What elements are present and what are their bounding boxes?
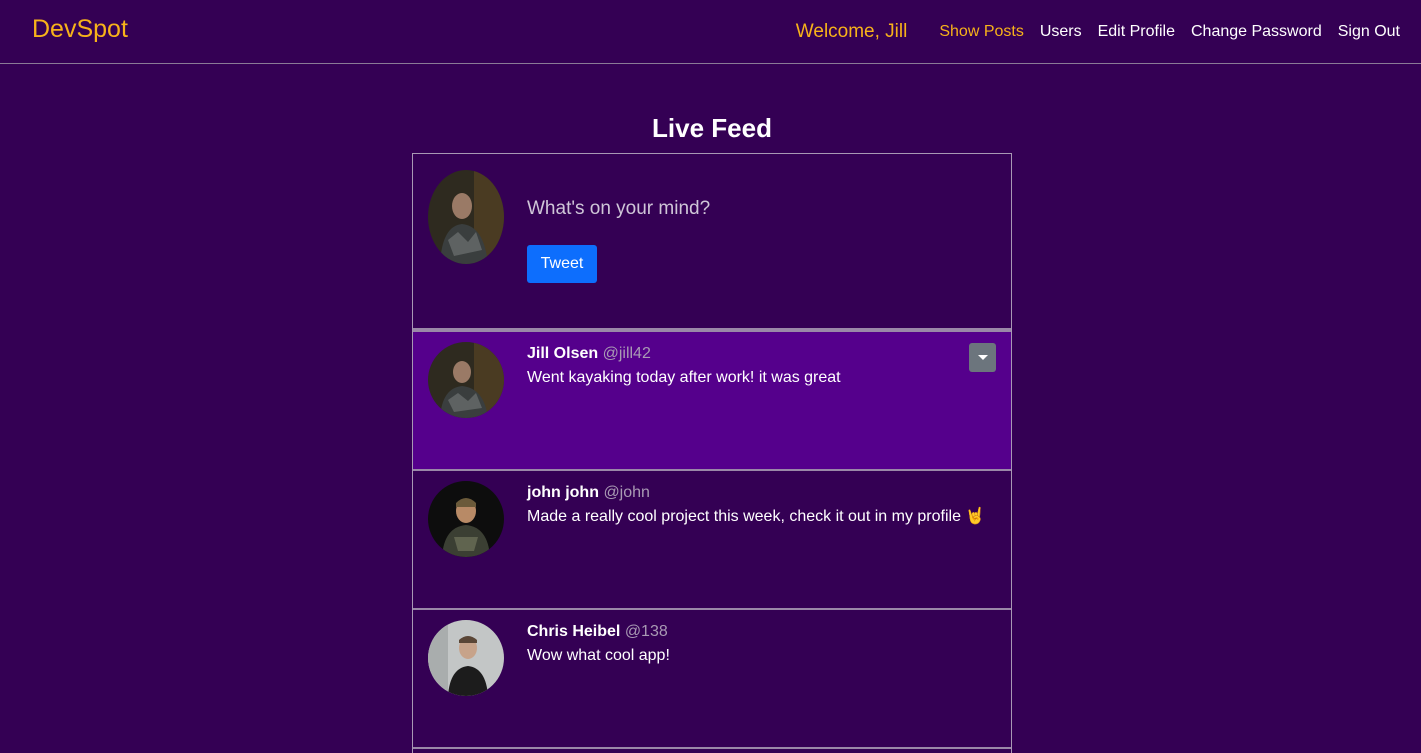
post-body: john john @john Made a really cool proje…	[527, 483, 999, 527]
post-options-button[interactable]	[969, 343, 996, 372]
nav-change-password[interactable]: Change Password	[1191, 23, 1322, 41]
post-text: Made a really cool project this week, ch…	[527, 508, 986, 525]
caret-down-icon	[977, 355, 988, 360]
welcome-text: Welcome, Jill	[795, 20, 908, 42]
post-item[interactable]: Jill Olsen @jill42 Went kayaking today a…	[413, 332, 1011, 471]
post-author-name[interactable]: Jill Olsen	[527, 345, 598, 362]
compose-input[interactable]	[527, 194, 987, 224]
nav-sign-out[interactable]: Sign Out	[1338, 23, 1400, 41]
post-item[interactable]: john john @john Made a really cool proje…	[413, 471, 1011, 610]
post-composer: Tweet	[413, 154, 1011, 332]
post-author-name[interactable]: Chris Heibel	[527, 623, 620, 640]
user-photo-icon	[428, 620, 504, 696]
tweet-button[interactable]: Tweet	[527, 245, 597, 283]
post-author-handle: @jill42	[602, 345, 651, 362]
post-header: john john @john	[527, 483, 999, 503]
top-navbar: DevSpot Welcome, Jill Show Posts Users E…	[0, 0, 1421, 64]
nav-right: Welcome, Jill Show Posts Users Edit Prof…	[796, 0, 1400, 63]
post-author-handle: @john	[603, 484, 650, 501]
brand-logo[interactable]: DevSpot	[32, 15, 128, 44]
post-author-handle: @138	[624, 623, 668, 640]
post-item[interactable]: Chris Heibel @138 Wow what cool app!	[413, 610, 1011, 749]
avatar	[428, 170, 504, 264]
post-header: Jill Olsen @jill42	[527, 344, 999, 364]
page-title: Live Feed	[652, 113, 772, 143]
avatar[interactable]	[428, 620, 504, 696]
avatar[interactable]	[428, 481, 504, 557]
post-header: Chris Heibel @138	[527, 622, 999, 642]
post-body: Chris Heibel @138 Wow what cool app!	[527, 622, 999, 666]
post-body: Jill Olsen @jill42 Went kayaking today a…	[527, 344, 999, 388]
nav-edit-profile[interactable]: Edit Profile	[1098, 23, 1175, 41]
post-author-name[interactable]: john john	[527, 484, 599, 501]
user-photo-icon	[428, 481, 504, 557]
nav-show-posts[interactable]: Show Posts	[939, 23, 1023, 41]
nav-users[interactable]: Users	[1040, 23, 1082, 41]
post-text: Went kayaking today after work! it was g…	[527, 369, 841, 386]
post-text: Wow what cool app!	[527, 647, 670, 664]
user-photo-icon	[428, 170, 504, 264]
user-photo-icon	[428, 342, 504, 418]
live-feed: Tweet Jill Olsen @jill42 Went kayaking t…	[412, 153, 1012, 753]
avatar[interactable]	[428, 342, 504, 418]
